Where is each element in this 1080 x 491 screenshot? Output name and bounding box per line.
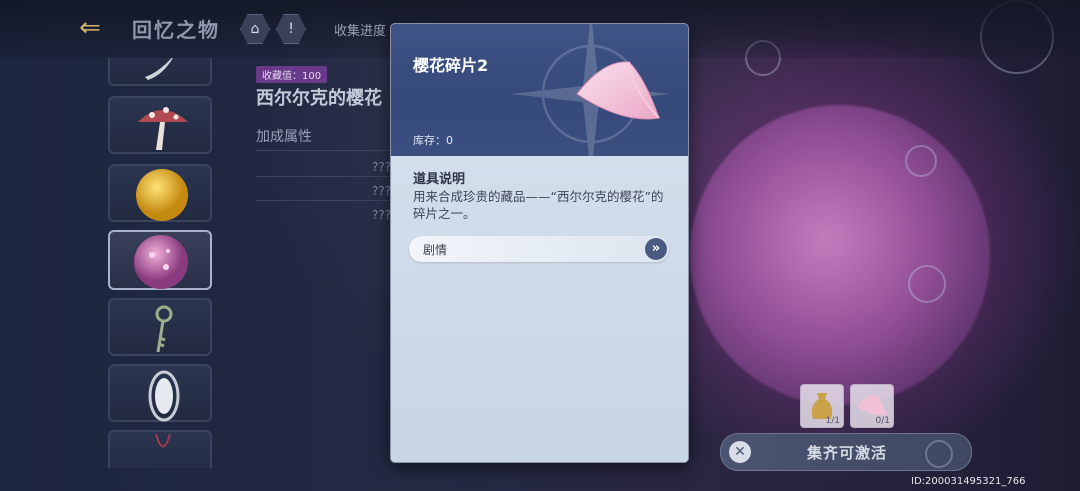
description-text: 用来合成珍贵的藏品——“西尔尔克的樱花”的碎片之一。 — [413, 189, 664, 221]
sakura-fragment-icon — [576, 61, 660, 120]
modal-title: 樱花碎片2 — [413, 56, 489, 75]
item-name: 西尔尔克的樱花 — [256, 88, 382, 109]
back-button[interactable]: ⇐ — [70, 12, 110, 44]
activate-button[interactable]: ✕ 集齐可激活 — [720, 433, 972, 471]
attribute-value: ??? — [372, 160, 392, 174]
item-slot-mirror[interactable] — [108, 364, 212, 422]
user-id: ID:2000314953​21_766 — [911, 476, 1026, 487]
yellow-orb-icon — [136, 169, 188, 221]
requirement-count: 0/1 — [875, 416, 890, 426]
back-arrow-icon: ⇐ — [79, 13, 101, 43]
bubble — [908, 265, 946, 303]
activate-label: 集齐可激活 — [807, 444, 888, 462]
modal-body: 道具说明 用来合成珍贵的藏品——“西尔尔克的樱花”的碎片之一。 剧情 » — [391, 156, 688, 462]
item-slot-pink-orb[interactable] — [108, 230, 212, 290]
mushroom-icon — [138, 107, 188, 150]
ring-icon — [925, 440, 953, 468]
home-icon: ⌂ — [250, 21, 260, 37]
story-button[interactable]: 剧情 » — [409, 236, 669, 262]
item-slot-key[interactable] — [108, 298, 212, 356]
key-icon — [155, 305, 173, 353]
item-slot-yellow-orb[interactable] — [108, 164, 212, 222]
feather-icon — [145, 58, 173, 80]
attribute-value: ??? — [372, 208, 392, 222]
hint-button[interactable]: ! — [276, 14, 306, 44]
item-slot-mushroom[interactable] — [108, 96, 212, 154]
home-button[interactable]: ⌂ — [240, 14, 270, 44]
item-slot-feather[interactable] — [108, 58, 212, 86]
modal-header: 樱花碎片2 库存：0 — [391, 24, 688, 174]
attribute-title: 加成属性 — [256, 129, 312, 145]
requirement-count: 1/1 — [825, 416, 840, 426]
item-info-modal: 樱花碎片2 库存：0 道具说明 用来合成珍贵的藏品——“西尔尔克的樱花”的碎片之… — [391, 24, 688, 462]
bubble — [905, 145, 937, 177]
divider — [256, 200, 396, 201]
pink-moon — [690, 105, 990, 405]
exclamation-icon: ! — [288, 21, 294, 37]
requirement-slot-bag[interactable]: 1/1 — [800, 384, 844, 428]
collection-progress-label: 收集进度 — [334, 24, 387, 39]
item-list — [106, 58, 218, 468]
page-title: 回忆之物 — [132, 18, 220, 42]
necklace-icon — [155, 434, 171, 448]
story-label: 剧情 — [423, 243, 448, 257]
stock-count: 库存：0 — [413, 134, 453, 147]
requirement-slot-sakura-fragment[interactable]: 0/1 — [850, 384, 894, 428]
close-icon: ✕ — [729, 441, 751, 463]
description-title: 道具说明 — [413, 172, 466, 187]
mirror-icon — [148, 370, 180, 422]
collect-value-badge: 收藏值：100 — [256, 66, 328, 83]
item-slot-necklace[interactable] — [108, 430, 212, 468]
pink-orb-icon — [134, 235, 188, 289]
attribute-value: ??? — [372, 184, 392, 198]
divider — [256, 176, 396, 177]
divider — [256, 150, 396, 151]
double-chevron-right-icon: » — [645, 238, 667, 260]
